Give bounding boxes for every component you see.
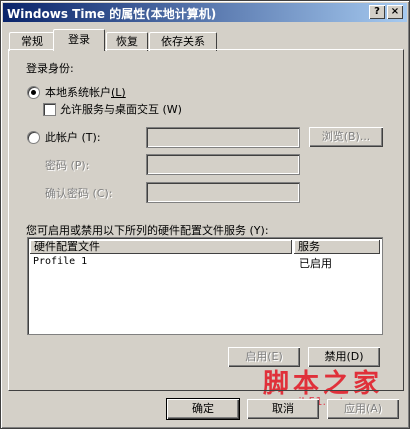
interact-desktop-checkbox[interactable] — [43, 103, 56, 116]
title-bar[interactable]: Windows Time 的属性(本地计算机) ? × — [3, 3, 407, 22]
account-name-input[interactable] — [146, 127, 300, 148]
column-header-service[interactable]: 服务 — [294, 240, 380, 254]
enable-button[interactable]: 启用(E) — [228, 347, 300, 367]
profiles-description: 您可启用或禁用以下所列的硬件配置文件服务 (Y): — [26, 224, 269, 237]
service-status-cell: 已启用 — [299, 257, 332, 270]
logon-as-label: 登录身份: — [26, 62, 74, 75]
properties-dialog: Windows Time 的属性(本地计算机) ? × 常规 登录 恢复 依存关… — [0, 0, 410, 429]
local-system-radio[interactable] — [27, 86, 40, 99]
ok-button[interactable]: 确定 — [166, 398, 240, 420]
disable-button[interactable]: 禁用(D) — [308, 347, 380, 367]
profile-name-cell: Profile 1 — [33, 256, 88, 267]
help-button[interactable]: ? — [369, 5, 385, 19]
password-label: 密码 (P): — [45, 159, 90, 172]
close-button[interactable]: × — [387, 5, 403, 19]
this-account-label[interactable]: 此帐户 (T): — [45, 129, 101, 145]
confirm-password-label: 确认密码 (C): — [45, 187, 113, 200]
window-title: Windows Time 的属性(本地计算机) — [7, 7, 217, 21]
logon-tab-panel: 登录身份: 本地系统帐户(L) 允许服务与桌面交互 (W) 此帐户 (T): 浏… — [8, 49, 404, 391]
this-account-radio[interactable] — [27, 131, 40, 144]
local-system-label[interactable]: 本地系统帐户(L) — [45, 84, 126, 100]
column-header-profile[interactable]: 硬件配置文件 — [30, 240, 292, 254]
tab-logon[interactable]: 登录 — [53, 29, 105, 51]
interact-desktop-label[interactable]: 允许服务与桌面交互 (W) — [60, 101, 182, 117]
hardware-profile-list[interactable]: 硬件配置文件 服务 Profile 1 已启用 — [27, 237, 383, 335]
browse-button[interactable]: 浏览(B)... — [309, 127, 383, 147]
password-input[interactable] — [146, 154, 300, 175]
confirm-password-input[interactable] — [146, 182, 300, 203]
cancel-button[interactable]: 取消 — [247, 399, 319, 419]
apply-button[interactable]: 应用(A) — [327, 399, 399, 419]
